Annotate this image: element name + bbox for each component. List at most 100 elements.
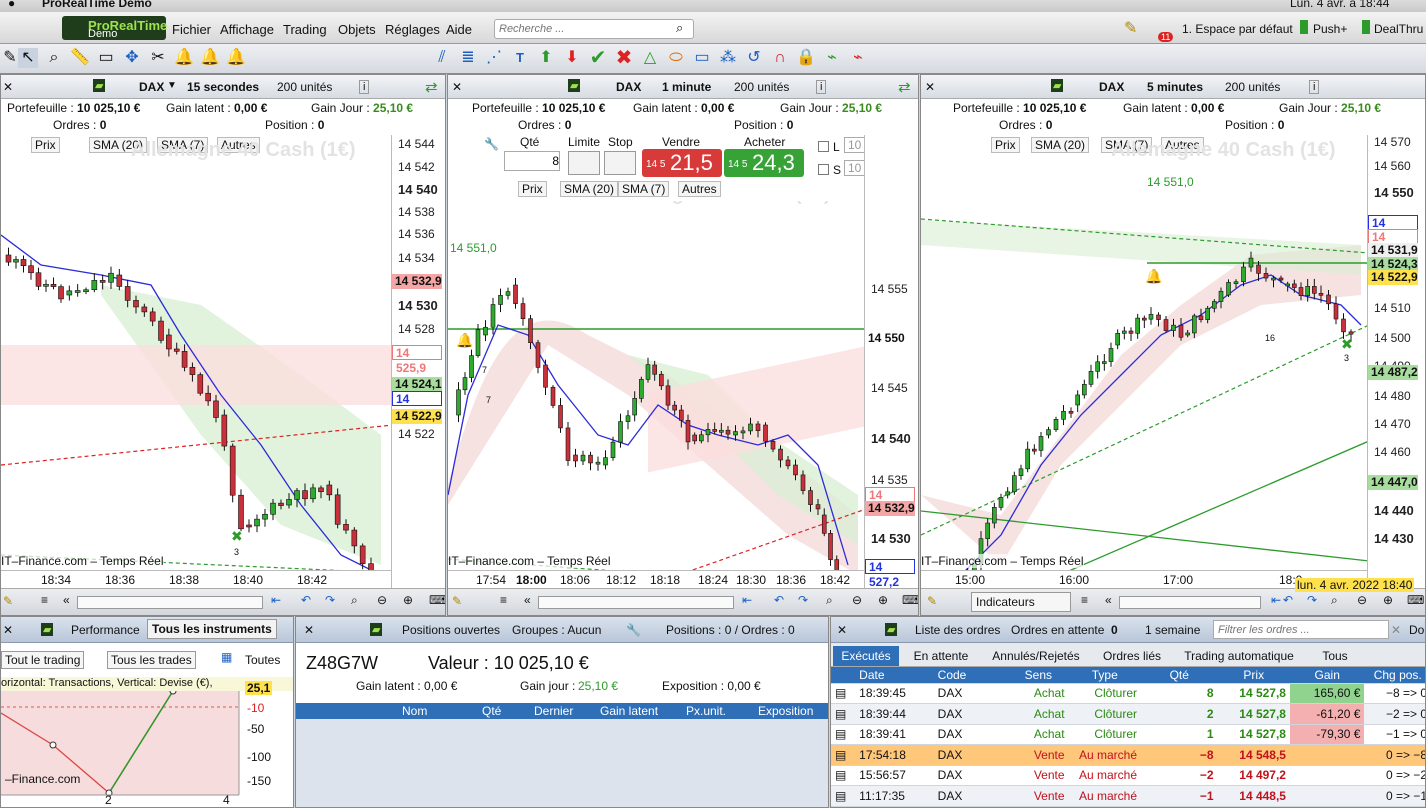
col-nom[interactable]: Nom [402,704,427,718]
units-select[interactable]: 200 unités [1225,80,1280,94]
stop-button[interactable] [604,151,636,175]
zoom-out-icon[interactable]: ⊖ [852,593,862,607]
page-icon[interactable]: ▭ [96,48,116,68]
col-chg-pos[interactable]: Chg pos. [1364,667,1425,684]
col-qte[interactable]: Qté [1141,667,1218,684]
col-qte[interactable]: Qté [482,704,501,718]
cursor-icon[interactable]: ↖ [18,48,38,68]
tab-ordres-lies[interactable]: Ordres liés [1093,646,1171,666]
signal-2-icon[interactable]: ⌁ [848,48,868,68]
filter-toutes[interactable]: Toutes [245,653,280,667]
text-tool-icon[interactable]: T [510,48,530,68]
zoom-fit-icon[interactable]: ⌕ [826,593,833,608]
ellipse-icon[interactable]: ⬭ [666,48,686,68]
legend-prix[interactable]: Prix [518,181,547,197]
rewind-icon[interactable]: « [1105,593,1112,607]
triangle-icon[interactable]: △ [640,48,660,68]
price-chart[interactable]: 🔔 ✖ 16 3 Prix SMA (20) SMA (7) Autres Allem… [921,135,1367,570]
alert-icon[interactable]: ✂ [148,48,168,68]
col-sens[interactable]: Sens [1008,667,1069,684]
price-axis[interactable]: 14 55514 55014 54514 54014 53514 534,414… [864,135,918,615]
limit-button[interactable] [568,151,600,175]
col-type[interactable]: Type [1068,667,1142,684]
signal-icon[interactable]: ⌁ [822,48,842,68]
scrollbar[interactable] [1119,596,1261,609]
tab-annules[interactable]: Annulés/Rejetés [981,646,1091,666]
menu-icon[interactable]: ≡ [1081,593,1088,607]
menu-affichage[interactable]: Affichage [220,22,274,37]
search-input[interactable] [494,19,694,39]
menu-icon[interactable]: ≡ [500,593,507,607]
zoom-out-icon[interactable]: ⊖ [1357,593,1367,607]
fit-icon[interactable]: ⇤ [1271,593,1281,607]
close-icon[interactable]: ✕ [3,623,13,637]
zoom-fit-icon[interactable]: ⌕ [351,593,358,608]
order-row[interactable]: ▤ 18:39:44 DAX Achat Clôturer 2 14 527,8 -61,20… [831,703,1425,725]
clear-icon[interactable]: ✕ [1391,623,1401,637]
keyboard-icon[interactable]: ⌨ [902,593,918,607]
cross-icon[interactable]: ✖ [614,48,634,68]
time-axis[interactable]: 17:54 18:00 18:06 18:12 18:18 18:24 18:30 18:36… [448,570,864,588]
redo-icon[interactable]: ↷ [798,593,808,607]
pencil-icon[interactable]: ✎ [1124,18,1137,38]
apple-icon[interactable]: ● [8,0,15,10]
l-pts-input[interactable]: 10 [844,137,864,153]
legend-sma20[interactable]: SMA (20) [560,181,619,197]
close-icon[interactable]: ✕ [304,623,314,637]
orders-title[interactable]: Liste des ordres [915,623,1000,637]
fan-icon[interactable]: ⋰ [484,48,504,68]
wrench-icon[interactable]: 🔧 [626,623,641,637]
points-icon[interactable]: ⁂ [718,48,738,68]
menu-fichier[interactable]: Fichier [172,22,211,37]
order-row[interactable]: ▤ 11:17:35 DAX Vente Au marché −1 14 448,5 0 =>… [831,785,1425,807]
legend-autres[interactable]: Autres [678,181,721,197]
indicateurs-button[interactable]: Indicateurs [971,592,1071,612]
bell-x-icon[interactable]: 🔔 [200,48,220,68]
undo-icon[interactable]: ↶ [774,593,784,607]
legend-sma7[interactable]: SMA (7) [618,181,670,197]
close-icon[interactable]: ✕ [925,80,935,94]
interval-select[interactable]: 1 minute [662,80,711,94]
positions-title[interactable]: Positions ouvertes [402,623,500,637]
col-prix[interactable]: Prix [1217,667,1290,684]
undo-icon[interactable]: ↶ [301,593,311,607]
s-checkbox[interactable] [818,164,829,175]
scrollbar[interactable] [77,596,263,609]
fib-icon[interactable]: ≣ [458,48,478,68]
filter-trades[interactable]: Tous les trades [107,651,196,669]
filter-trading[interactable]: Tout le trading [1,651,85,669]
menu-reglages[interactable]: Réglages [385,22,440,37]
wrench-icon[interactable]: 🔧 [484,137,499,151]
col-px-unit[interactable]: Px.unit. [686,704,726,718]
menu-icon[interactable]: ≡ [41,593,48,607]
move-icon[interactable]: ✥ [122,48,142,68]
zoom-in-icon[interactable]: ⊕ [878,593,888,607]
check-icon[interactable]: ✔ [588,48,608,68]
fit-icon[interactable]: ⇤ [271,593,281,607]
bell-icon[interactable]: 🔔 [174,48,194,68]
interval-select[interactable]: 15 secondes [187,80,259,94]
units-select[interactable]: 200 unités [277,80,332,94]
qty-input[interactable] [504,151,560,171]
redo-icon[interactable]: ↷ [325,593,335,607]
undo-icon[interactable]: ↶ [1283,593,1293,607]
price-axis[interactable]: 14 544 14 542 14 540 14 538 14 536 14 534 14 5… [391,135,445,588]
scrollbar[interactable] [538,596,734,609]
info-icon[interactable]: i [1309,80,1320,94]
order-row[interactable]: ▤ 18:39:41 DAX Achat Clôturer 1 14 527,8 -79,30… [831,724,1425,745]
rotate-icon[interactable]: ↺ [744,48,764,68]
menu-aide[interactable]: Aide [446,22,472,37]
price-axis[interactable]: 14 570 14 560 14 550 14 536,014 534,514 531… [1367,135,1425,588]
draw-pen-icon[interactable]: ✎ [0,48,20,68]
legend-prix[interactable]: Prix [991,137,1020,153]
zoom-in-icon[interactable]: ⊕ [1383,593,1393,607]
lock-icon[interactable]: 🔒 [796,48,816,68]
info-icon[interactable]: i [359,80,370,94]
orders-filter-input[interactable] [1213,620,1389,639]
channel-icon[interactable]: ⫽ [432,48,452,68]
order-row[interactable]: ▤ 17:54:18 DAX Vente Au marché −8 14 548,5 0 =>… [831,744,1425,766]
pencil-icon[interactable]: ✎ [452,594,462,608]
tab-tous-instruments[interactable]: Tous les instruments [147,619,277,639]
redo-icon[interactable]: ↷ [1307,593,1317,607]
interval-select[interactable]: 5 minutes [1147,80,1203,94]
